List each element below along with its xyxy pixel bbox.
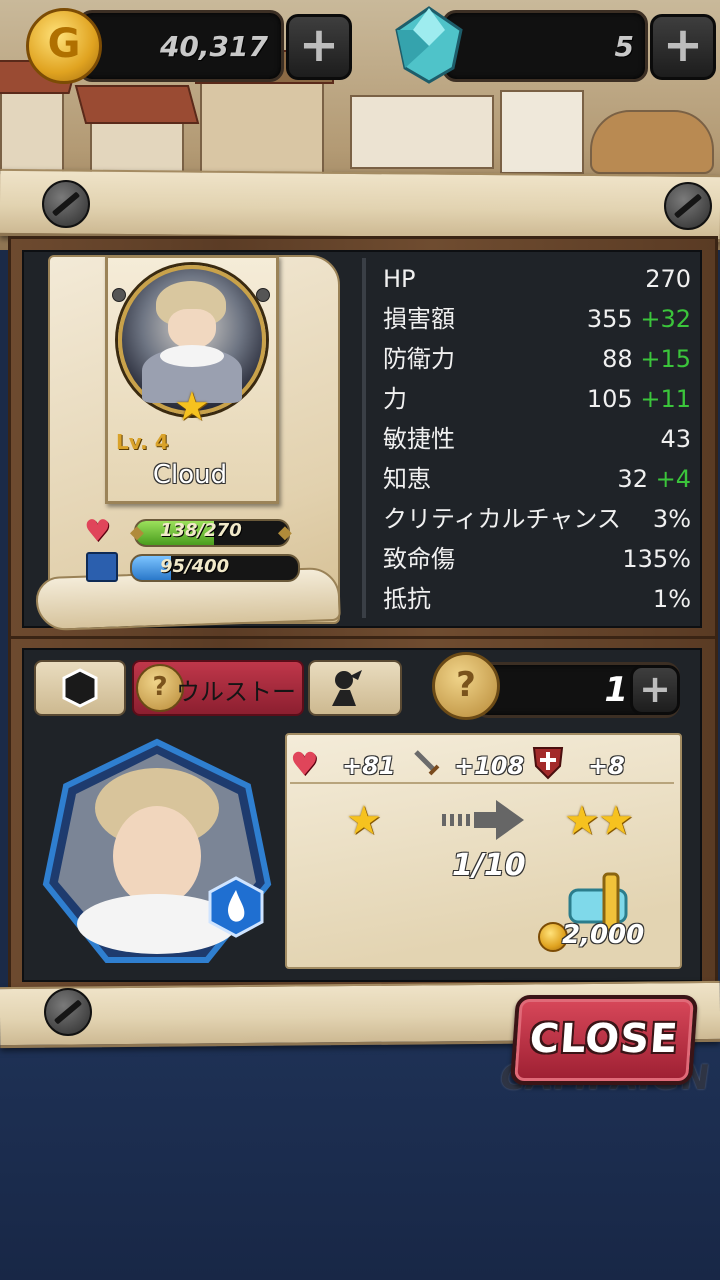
- stat-row: 抵抗 1%: [383, 579, 691, 619]
- stat-value: 32 +4: [617, 465, 691, 493]
- hero-level: Lv. 4: [116, 430, 169, 454]
- stat-value: 1%: [652, 585, 691, 613]
- add-gold-button[interactable]: +: [286, 14, 352, 80]
- stat-row: 知恵 32 +4: [383, 459, 691, 499]
- star-icon: ★: [174, 384, 210, 430]
- stat-label: クリティカルチャンス: [383, 505, 621, 533]
- stat-row: 損害額 355 +32: [383, 299, 691, 339]
- stat-label: 抵抗: [383, 585, 431, 613]
- gold-coin-icon: G: [26, 8, 102, 84]
- stat-value: 270: [645, 265, 691, 293]
- bolt-icon: [44, 988, 92, 1036]
- add-gems-button[interactable]: +: [650, 14, 716, 80]
- hp-bonus: +81: [342, 752, 396, 780]
- stat-bonus: +4: [655, 465, 691, 493]
- tab-ultimate-label: ウルストー: [176, 678, 296, 706]
- stat-row: クリティカルチャンス 3%: [383, 499, 691, 539]
- stat-row: HP 270: [383, 259, 691, 299]
- stat-value: 355 +32: [586, 305, 691, 333]
- knight-icon: [332, 670, 362, 706]
- stat-value: 43: [660, 425, 691, 453]
- stat-row: 防衛力 88 +15: [383, 339, 691, 379]
- bolt-icon: [42, 180, 90, 228]
- hero-name: Cloud: [152, 460, 228, 490]
- hp-text: 138/270: [160, 520, 242, 541]
- token-count: 1: [604, 670, 628, 710]
- stat-bonus: +32: [640, 305, 691, 333]
- stats-divider: [362, 258, 366, 618]
- pin-icon: [256, 288, 270, 302]
- top-plank: [0, 168, 720, 243]
- upgrade-progress: 1/10: [452, 848, 526, 883]
- stat-value: 105 +11: [586, 385, 691, 413]
- stat-label: 知恵: [383, 465, 431, 493]
- tab-skill[interactable]: [308, 660, 402, 716]
- stat-label: 防衛力: [383, 345, 455, 373]
- hexagon-icon: [62, 668, 98, 708]
- pin-icon: [112, 288, 126, 302]
- gem-icon: [393, 6, 465, 84]
- xp-text: 95/400: [160, 556, 230, 577]
- stat-value: 3%: [652, 505, 691, 533]
- stat-bonus: +15: [640, 345, 691, 373]
- stat-label: 敏捷性: [383, 425, 455, 453]
- star-icon: ★: [564, 798, 600, 844]
- close-button[interactable]: CLOSE: [509, 995, 699, 1085]
- heart-icon: ♥: [84, 514, 111, 549]
- bar-cap-icon: ◆: [278, 522, 292, 543]
- bar-cap-icon: ◆: [130, 522, 144, 543]
- defense-bonus: +8: [588, 752, 625, 780]
- stat-value: 135%: [622, 545, 691, 573]
- water-element-icon: [208, 876, 264, 938]
- stat-value: 88 +15: [602, 345, 691, 373]
- sword-icon: [412, 748, 442, 778]
- upgrade-divider: [290, 782, 674, 784]
- stat-row: 敏捷性 43: [383, 419, 691, 459]
- gem-amount: 5: [614, 30, 634, 63]
- stat-bonus: +11: [640, 385, 691, 413]
- stat-row: 致命傷 135%: [383, 539, 691, 579]
- attack-bonus: +108: [454, 752, 525, 780]
- bolt-icon: [664, 182, 712, 230]
- add-token-button[interactable]: +: [630, 665, 680, 715]
- heart-icon: ♥: [290, 745, 319, 783]
- upgrade-cost: 2,000: [562, 920, 645, 950]
- star-icon: ★: [346, 798, 382, 844]
- star-icon: ★: [598, 798, 634, 844]
- stat-label: 致命傷: [383, 545, 455, 573]
- xp-book-icon: [86, 552, 118, 582]
- shield-icon: [532, 744, 564, 780]
- arrow-right-icon: [440, 798, 526, 842]
- stat-label: 損害額: [383, 305, 455, 333]
- tab-equipment[interactable]: [34, 660, 126, 716]
- stat-label: HP: [383, 265, 416, 293]
- stat-label: 力: [383, 385, 407, 413]
- stat-row: 力 105 +11: [383, 379, 691, 419]
- gold-amount: 40,317: [159, 30, 268, 63]
